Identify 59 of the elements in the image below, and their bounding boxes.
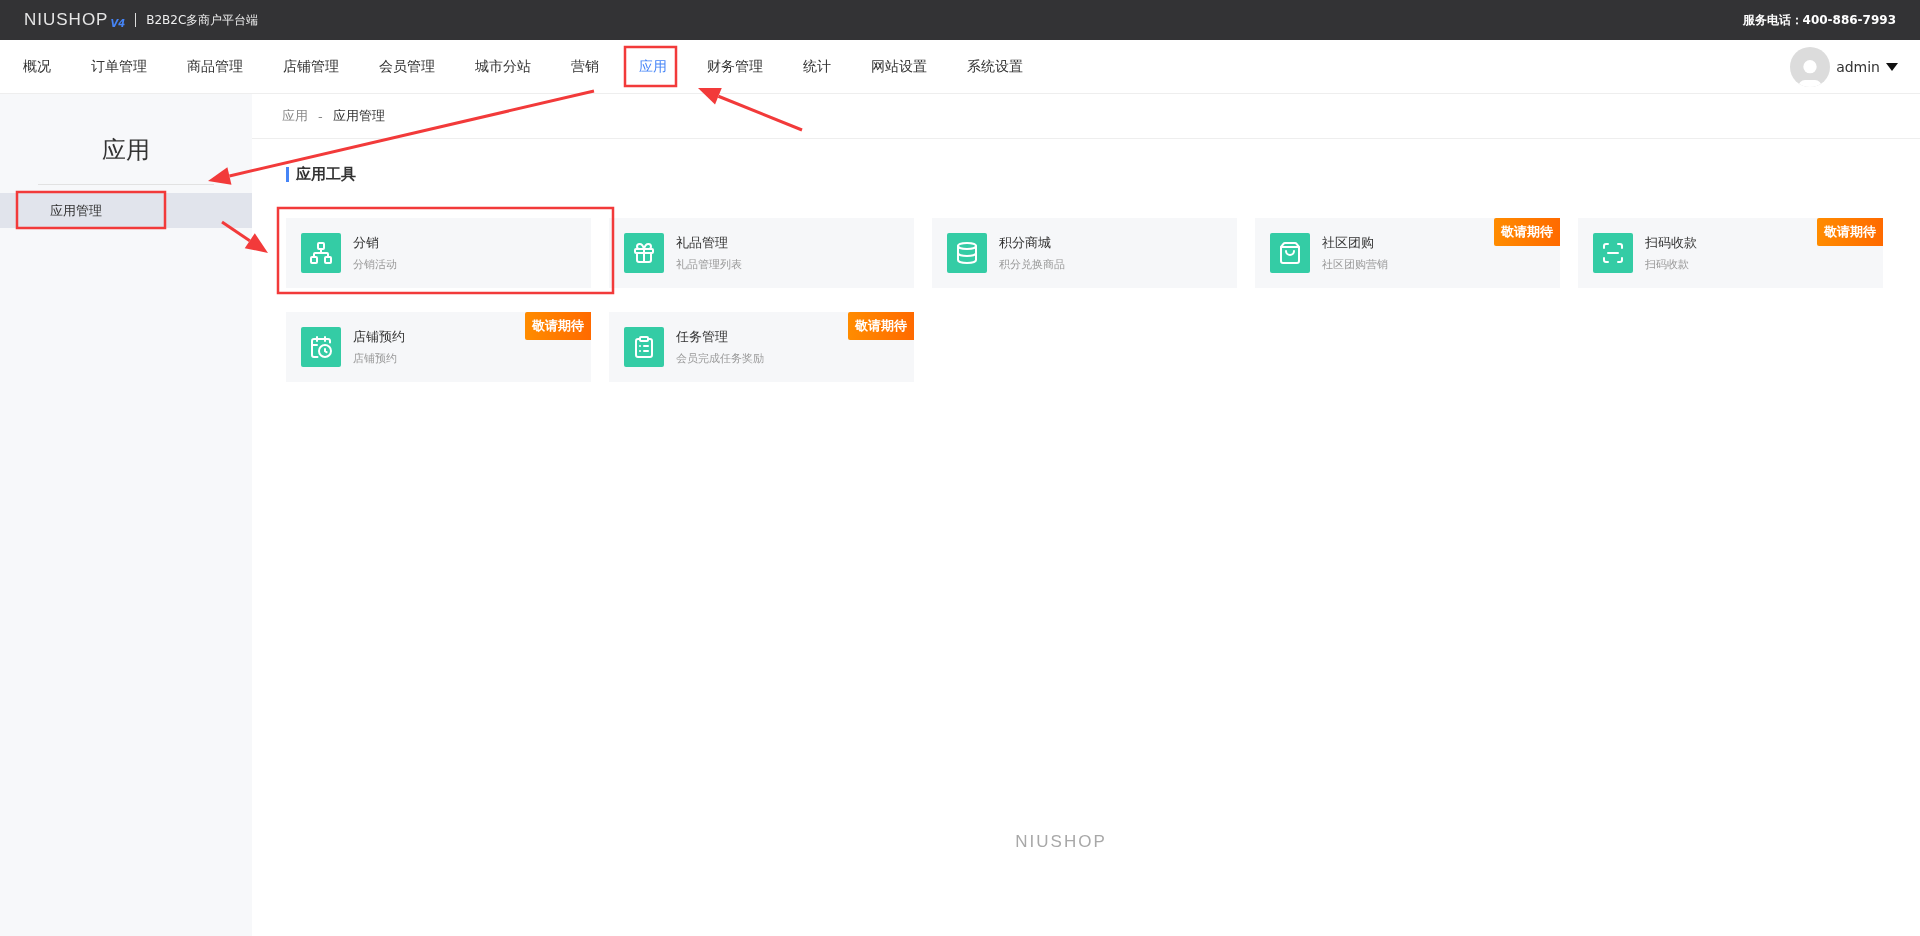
nav-item[interactable]: 网站设置 (868, 57, 930, 76)
nav-item[interactable]: 会员管理 (376, 57, 438, 76)
breadcrumb-link[interactable]: 应用管理 (332, 107, 385, 125)
nav-item[interactable]: 统计 (800, 57, 834, 76)
logo: NIUSHOP (24, 10, 109, 30)
nav-item[interactable]: 店铺管理 (280, 57, 342, 76)
footer-logo: NIUSHOP (1015, 832, 1107, 852)
app-card[interactable]: 礼品管理 礼品管理列表 (609, 218, 914, 288)
app-title: 扫码收款 (1645, 234, 1697, 252)
breadcrumb-link[interactable]: 应用 (282, 107, 308, 125)
app-title: 礼品管理 (676, 234, 729, 252)
app-description: 会员完成任务奖励 (676, 351, 764, 366)
hierarchy-icon (301, 233, 341, 273)
sidebar-title: 应用 (101, 135, 151, 166)
gift-icon (624, 233, 664, 273)
user-name[interactable]: admin (1836, 58, 1880, 75)
app-description: 社区团购营销 (1322, 257, 1388, 272)
sidebar-item[interactable]: 应用管理 (0, 193, 252, 228)
app-title: 社区团购 (1322, 234, 1375, 252)
caret-icon[interactable] (1886, 62, 1898, 71)
app-card[interactable]: 积分商城 积分兑换商品 (932, 218, 1237, 288)
coming-soon-badge: 敬请期待 (1494, 218, 1560, 246)
app-card[interactable]: 任务管理 会员完成任务奖励 敬请期待 (609, 312, 914, 382)
version-label: V4 (110, 17, 126, 29)
nav-item[interactable]: 应用 (636, 57, 670, 76)
coming-soon-badge: 敬请期待 (1817, 218, 1883, 246)
nav-item[interactable]: 营销 (568, 57, 602, 76)
nav-item[interactable]: 财务管理 (704, 57, 766, 76)
app-card[interactable]: 社区团购 社区团购营销 敬请期待 (1255, 218, 1560, 288)
coin-stack-icon (947, 233, 987, 273)
app-card[interactable]: 扫码收款 扫码收款 敬请期待 (1578, 218, 1883, 288)
app-description: 积分兑换商品 (999, 257, 1065, 272)
app-card[interactable]: 店铺预约 店铺预约 敬请期待 (286, 312, 591, 382)
nav-item[interactable]: 商品管理 (184, 57, 246, 76)
shopping-bag-icon (1270, 233, 1310, 273)
nav-item[interactable]: 系统设置 (964, 57, 1026, 76)
app-title: 分销 (353, 234, 380, 252)
section-title: 应用工具 (286, 167, 1886, 182)
app-description: 分销活动 (353, 257, 397, 272)
annotation-box (623, 45, 678, 88)
app-title: 积分商城 (999, 234, 1052, 252)
service-hotline: 服务电话：400-886-7993 (1742, 11, 1896, 29)
app-card[interactable]: 分销 分销活动 (286, 218, 591, 288)
annotation-arrow (221, 220, 268, 253)
calendar-clock-icon (301, 327, 341, 367)
scan-icon (1593, 233, 1633, 273)
clipboard-icon (624, 327, 664, 367)
nav-item[interactable]: 城市分站 (472, 57, 534, 76)
breadcrumb-separator: - (318, 108, 323, 124)
app-description: 礼品管理列表 (676, 257, 742, 272)
app-description: 扫码收款 (1645, 257, 1690, 272)
app-description: 店铺预约 (353, 351, 398, 366)
coming-soon-badge: 敬请期待 (848, 312, 914, 340)
app-title: 任务管理 (676, 328, 729, 346)
app-title: 店铺预约 (353, 328, 405, 346)
nav-item[interactable]: 订单管理 (88, 57, 150, 76)
coming-soon-badge: 敬请期待 (525, 312, 591, 340)
platform-name: B2B2C多商户平台端 (146, 11, 259, 29)
nav-item[interactable]: 概况 (20, 57, 54, 76)
